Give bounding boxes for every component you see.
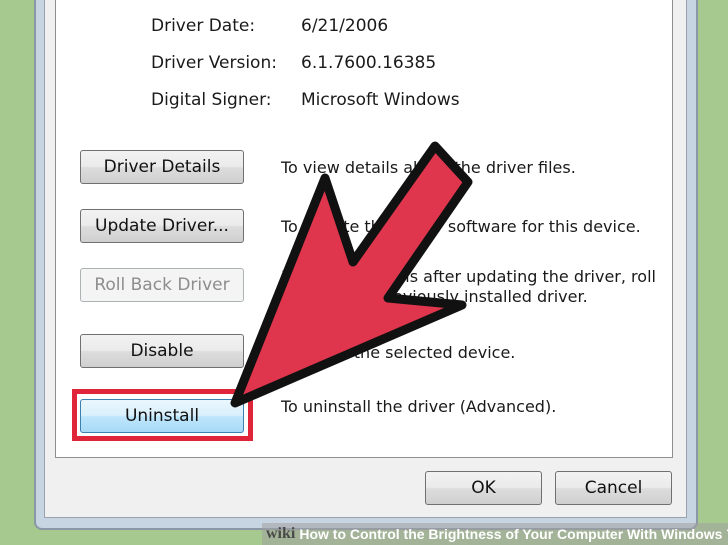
digital-signer-label: Digital Signer: [151,90,272,110]
disable-button[interactable]: Disable [80,334,244,368]
uninstall-button[interactable]: Uninstall [80,399,244,433]
ok-button[interactable]: OK [425,471,542,505]
driver-date-value: 6/21/2006 [301,16,389,36]
driver-version-label: Driver Version: [151,53,277,73]
cancel-button[interactable]: Cancel [555,471,672,505]
uninstall-description: To uninstall the driver (Advanced). [281,397,557,416]
roll-back-description-line2: back to the previously installed driver. [281,287,588,306]
wiki-brand: wiki [266,525,296,542]
driver-version-value: 6.1.7600.16385 [301,53,437,73]
roll-back-description-line1: If the device fails after updating the d… [281,267,656,286]
roll-back-driver-button[interactable]: Roll Back Driver [80,268,244,302]
digital-signer-value: Microsoft Windows [301,90,460,110]
driver-date-label: Driver Date: [151,16,256,36]
update-driver-button[interactable]: Update Driver... [80,209,244,243]
driver-details-button[interactable]: Driver Details [80,150,244,184]
caption-bar: wiki How to Control the Brightness of Yo… [262,523,728,545]
caption-text: How to Control the Brightness of Your Co… [299,526,728,542]
disable-description: Disables the selected device. [281,343,516,362]
update-driver-description: To update the driver software for this d… [281,217,641,236]
driver-details-description: To view details about the driver files. [281,158,576,177]
